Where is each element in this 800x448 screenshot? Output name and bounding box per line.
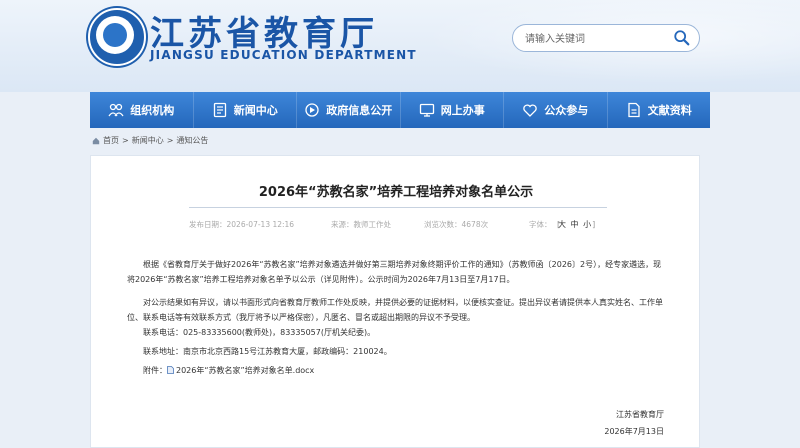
site-subtitle: JIANGSU EDUCATION DEPARTMENT: [150, 48, 417, 62]
bracket-close: ]: [592, 220, 596, 229]
attachment-row: 附件： 2026年“苏教名家”培养对象名单.docx: [127, 363, 669, 378]
nav-item-news[interactable]: 新闻中心: [194, 92, 297, 128]
nav-item-public-participation[interactable]: 公众参与: [504, 92, 608, 128]
article-panel: 2026年“苏教名家”培养工程培养对象名单公示 发布日期：2026-07-13 …: [90, 155, 700, 448]
nav-item-organization[interactable]: 组织机构: [90, 92, 194, 128]
breadcrumb-separator: >: [122, 136, 129, 145]
nav-label: 网上办事: [440, 104, 485, 117]
signature-date: 2026年7月13日: [604, 427, 664, 436]
article-source: 来源：教师工作处: [331, 220, 391, 229]
organization-icon: [108, 103, 124, 117]
fontsize-small[interactable]: 小: [583, 220, 591, 229]
fontsize-label: 字体：: [529, 220, 552, 229]
signature-org: 江苏省教育厅: [616, 410, 664, 419]
fontsize-switcher: [ 大 中 小 ]: [557, 219, 596, 230]
contact-phone: 联系电话：025-83335600(教师处)，83335057(厅机关纪委)。: [143, 328, 376, 337]
heart-icon: [523, 104, 537, 117]
breadcrumb-news[interactable]: 新闻中心: [132, 135, 164, 146]
attachment-label: 附件：: [143, 366, 167, 375]
view-count: 浏览次数：4678次: [424, 220, 489, 229]
nav-label: 新闻中心: [233, 104, 278, 117]
breadcrumb-home[interactable]: 首页: [103, 135, 119, 146]
breadcrumb: 首页 > 新闻中心 > 通知公告: [92, 135, 208, 146]
news-icon: [213, 102, 226, 118]
nav-label: 组织机构: [130, 104, 175, 117]
search-input[interactable]: [523, 28, 667, 50]
site-logo-emblem[interactable]: [88, 8, 146, 66]
file-icon: [167, 366, 174, 374]
nav-item-online-service[interactable]: 网上办事: [401, 92, 504, 128]
search-box: [512, 24, 700, 52]
title-divider: [189, 207, 607, 208]
nav-label: 文献资料: [647, 104, 692, 117]
online-service-icon: [419, 103, 434, 117]
fontsize-medium[interactable]: 中: [571, 220, 579, 229]
nav-item-documents[interactable]: 文献资料: [608, 92, 711, 128]
disclosure-icon: [305, 103, 319, 117]
bracket-open: [: [557, 220, 561, 229]
nav-item-disclosure[interactable]: 政府信息公开: [297, 92, 401, 128]
article-paragraph: 对公示结果如有异议，请以书面形式向省教育厅教师工作处反映，并提供必要的证据材料，…: [127, 298, 663, 322]
emblem-core: [103, 23, 127, 47]
article-meta: 发布日期：2026-07-13 12:16 来源：教师工作处 浏览次数：4678…: [189, 218, 607, 232]
nav-label: 政府信息公开: [326, 104, 393, 117]
article-title: 2026年“苏教名家”培养工程培养对象名单公示: [258, 185, 534, 200]
main-nav: 组织机构 新闻中心 政府信息公开 网上办事 公众参与 文献资料: [90, 92, 710, 128]
contact-address: 联系地址：南京市北京西路15号江苏教育大厦，邮政编码：210024。: [143, 347, 392, 356]
breadcrumb-separator: >: [166, 136, 174, 145]
document-icon: [628, 102, 640, 118]
attachment-link[interactable]: 2026年“苏教名家”培养对象名单.docx: [176, 366, 314, 375]
publish-date: 发布日期：2026-07-13 12:16: [189, 220, 295, 229]
home-icon: [92, 137, 100, 144]
breadcrumb-notices[interactable]: 通知公告: [176, 135, 208, 146]
article-paragraph: 根据《省教育厅关于做好2026年“苏教名家”培养对象遴选并做好第三期培养对象终期…: [127, 260, 662, 284]
nav-label: 公众参与: [544, 104, 589, 117]
article-body: 根据《省教育厅关于做好2026年“苏教名家”培养对象遴选并做好第三期培养对象终期…: [127, 257, 669, 378]
search-icon[interactable]: [673, 29, 691, 47]
